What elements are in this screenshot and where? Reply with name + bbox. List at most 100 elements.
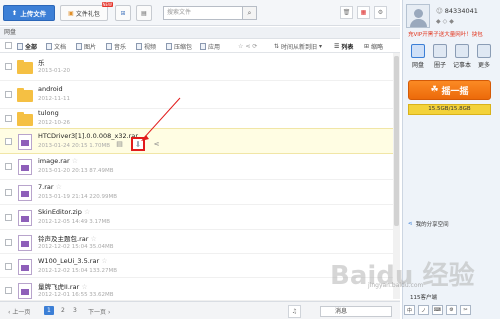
download-icon[interactable]: ⬇ (131, 137, 145, 151)
search-input[interactable]: 搜索文件 (163, 6, 243, 20)
filter-video[interactable]: 视频 (136, 41, 156, 51)
rar-file-icon (18, 235, 32, 251)
file-row[interactable]: 乐 2013-01-20 (0, 53, 400, 81)
row-checkbox[interactable] (5, 287, 12, 294)
tab-more[interactable]: 更多 (474, 44, 494, 74)
upload-button[interactable]: ⬆ 上传文件 (3, 5, 55, 21)
filter-extras: ☆ ⋖ ⟳ (238, 41, 257, 51)
my-share-space-link[interactable]: ⋖ 我的分享空间 (408, 220, 449, 228)
row-checkbox[interactable] (5, 163, 12, 170)
user-id[interactable]: ☺ 84334041 (436, 7, 478, 15)
file-name[interactable]: 乐 (38, 57, 45, 67)
file-name-text: 量牌飞虎II.rar (38, 283, 80, 291)
tab-circle[interactable]: 圈子 (430, 44, 450, 74)
new-folder-button[interactable]: ⊞ (115, 5, 131, 21)
filter-pic-label: 图片 (84, 43, 97, 51)
view-thumb-button[interactable]: ⊞ 缩略 (364, 41, 383, 51)
row-checkbox[interactable] (5, 239, 12, 246)
file-name[interactable]: W100_LeUi_3.5.rar ☆ (38, 257, 108, 265)
file-meta: 2013-01-24 20:15 1.70MB (38, 143, 111, 149)
zip-file-icon (18, 210, 32, 226)
folder-button[interactable]: ▤ (136, 5, 152, 21)
row-checkbox[interactable] (5, 138, 12, 145)
tab-notebook[interactable]: 记事本 (452, 44, 472, 74)
vip-promo[interactable]: 充VIP开黑子送大量网叶！抉包 (408, 30, 483, 38)
file-row[interactable]: 铃声及主题包.rar ☆ 2012-12-02 15:04 35.04MB (0, 230, 400, 254)
ime-icon[interactable]: 中 (404, 305, 415, 315)
star-icon[interactable]: ☆ (56, 183, 62, 191)
file-name[interactable]: 铃声及主题包.rar ☆ (38, 233, 97, 243)
file-name[interactable]: android (38, 85, 63, 93)
filter-zip[interactable]: 压缩包 (166, 41, 192, 51)
view-list-button[interactable]: ☰ 列表 (334, 41, 353, 51)
page-1[interactable]: 1 (44, 306, 54, 315)
row-checkbox[interactable] (5, 214, 12, 221)
settings-icon[interactable]: ⚙ (446, 305, 457, 315)
row-checkbox[interactable] (5, 263, 12, 270)
watermark-url: jingyan.baidu.com (368, 282, 424, 289)
file-name[interactable]: 量牌飞虎II.rar ☆ (38, 281, 88, 291)
share-icon: ⋖ (245, 42, 251, 50)
star-icon[interactable]: ☆ (101, 257, 107, 265)
filter-app[interactable]: 应用 (200, 41, 220, 51)
row-checkbox[interactable] (5, 63, 12, 70)
file-name[interactable]: SkinEditor.zip ☆ (38, 208, 90, 216)
delete-button[interactable]: 🗑 (340, 6, 353, 19)
client-link[interactable]: 115客户端 (410, 293, 437, 301)
file-row[interactable]: image.rar ☆ 2013-01-20 20:13 87.49MB (0, 154, 400, 180)
file-name[interactable]: tulong (38, 109, 59, 117)
avatar[interactable] (406, 4, 430, 28)
sort-dropdown[interactable]: ⇅ 时间从新到旧 ▾ (274, 41, 322, 51)
page-2[interactable]: 2 (61, 307, 65, 314)
music-player-button[interactable]: ♫ (288, 305, 301, 318)
message-box[interactable]: 消息 (320, 306, 392, 317)
row-checkbox[interactable] (5, 189, 12, 196)
gift-box-button[interactable]: ▦ (357, 6, 370, 19)
file-meta: 2013-01-20 20:13 87.49MB (38, 168, 114, 174)
file-meta: 2012-12-02 15:04 35.04MB (38, 244, 114, 250)
share-icon[interactable]: ⋖ (152, 140, 161, 149)
prev-page-link[interactable]: ‹ 上一页 (8, 307, 30, 316)
tab-netdisk[interactable]: 网盘 (408, 44, 428, 74)
filter-doc[interactable]: 文档 (46, 41, 66, 51)
file-row[interactable]: SkinEditor.zip ☆ 2012-12-05 14:49 3.17MB (0, 205, 400, 230)
filter-video-label: 视频 (144, 43, 157, 51)
keyboard-icon[interactable]: ⌨ (432, 305, 443, 315)
open-icon[interactable]: ▤ (115, 140, 124, 149)
row-checkbox[interactable] (5, 115, 12, 122)
moon-icon[interactable]: ノ (418, 305, 429, 315)
folder-icon (17, 88, 33, 102)
search-button[interactable]: ⌕ (243, 6, 257, 20)
file-name[interactable]: image.rar ☆ (38, 157, 78, 165)
filter-music[interactable]: 音乐 (106, 41, 126, 51)
filter-all[interactable]: 全部 (17, 41, 37, 51)
select-all-checkbox[interactable] (5, 42, 12, 49)
filter-pic[interactable]: 图片 (76, 41, 96, 51)
breadcrumb-root[interactable]: 网盘 (4, 29, 16, 36)
tool-icon[interactable]: ✂ (460, 305, 471, 315)
page-3[interactable]: 3 (73, 307, 77, 314)
sort-label: 时间从新到旧 (281, 43, 318, 51)
star-icon[interactable]: ☆ (84, 208, 90, 216)
new-folder-icon: ⊞ (120, 9, 126, 17)
star-icon[interactable]: ☆ (81, 283, 87, 291)
star-icon[interactable]: ☆ (72, 157, 78, 165)
row-checkbox[interactable] (5, 91, 12, 98)
star-icon[interactable]: ☆ (90, 235, 96, 243)
prev-page-label: 上一页 (12, 309, 31, 316)
doc-icon (46, 42, 52, 50)
file-meta: 2012-12-02 15:04 133.27MB (38, 268, 118, 274)
scrollbar-thumb[interactable] (394, 56, 399, 226)
file-name-text: 铃声及主题包.rar (38, 235, 89, 243)
shake-button[interactable]: ☘ 摇一摇 (408, 80, 491, 100)
file-row-selected[interactable]: HTCDriver3[1].0.0.008_x32.rar 2013-01-24… (0, 128, 400, 154)
settings-button[interactable]: ⚙ (374, 6, 387, 19)
folder-icon (17, 60, 33, 74)
file-name[interactable]: 7.rar ☆ (38, 183, 62, 191)
next-page-label: 下一页 (88, 309, 107, 316)
file-gift-button[interactable]: ▣ 文件礼包 NEW (60, 2, 113, 21)
file-name-text: W100_LeUi_3.5.rar (38, 257, 100, 265)
next-page-link[interactable]: 下一页 › (88, 307, 110, 316)
filter-bar: 全部 文档 图片 音乐 视频 压缩包 应用 ☆ ⋖ ⟳ ⇅ 时间从新到旧 ▾ ☰… (0, 39, 400, 53)
file-row[interactable]: 7.rar ☆ 2013-01-19 21:14 220.99MB (0, 180, 400, 205)
